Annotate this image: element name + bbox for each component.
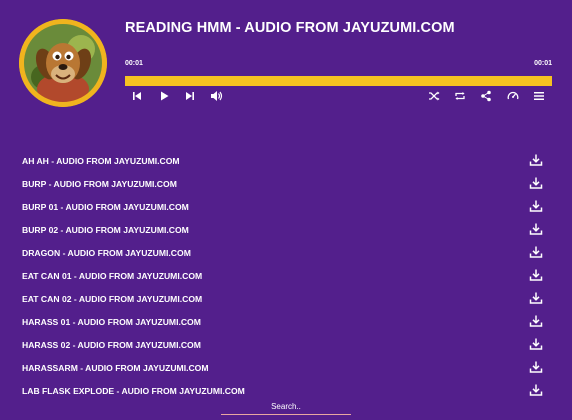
track-item[interactable]: DRAGON - AUDIO FROM JAYUZUMI.COM xyxy=(0,242,572,265)
download-button[interactable] xyxy=(529,314,543,328)
download-icon xyxy=(529,315,543,327)
track-name[interactable]: HARASS 01 - AUDIO FROM JAYUZUMI.COM xyxy=(22,317,201,327)
download-button[interactable] xyxy=(529,245,543,259)
duration-time: 00:01 xyxy=(534,60,552,67)
track-name[interactable]: BURP 01 - AUDIO FROM JAYUZUMI.COM xyxy=(22,202,189,212)
download-button[interactable] xyxy=(529,268,543,282)
track-item[interactable]: BURP 01 - AUDIO FROM JAYUZUMI.COM xyxy=(0,196,572,219)
track-name[interactable]: EAT CAN 01 - AUDIO FROM JAYUZUMI.COM xyxy=(22,271,202,281)
volume-button[interactable] xyxy=(209,89,223,103)
track-item[interactable]: LAB FLASK EXPLODE - AUDIO FROM JAYUZUMI.… xyxy=(0,380,572,396)
album-art xyxy=(19,19,107,107)
download-icon xyxy=(529,338,543,350)
download-button[interactable] xyxy=(529,383,543,396)
next-button[interactable] xyxy=(183,89,197,103)
track-name[interactable]: HARASSARM - AUDIO FROM JAYUZUMI.COM xyxy=(22,363,209,373)
download-button[interactable] xyxy=(529,291,543,305)
speed-icon xyxy=(507,91,519,100)
download-button[interactable] xyxy=(529,360,543,374)
download-icon xyxy=(529,154,543,166)
download-icon xyxy=(529,200,543,212)
download-icon xyxy=(529,223,543,235)
playlist-button[interactable] xyxy=(532,89,546,103)
track-name[interactable]: DRAGON - AUDIO FROM JAYUZUMI.COM xyxy=(22,248,191,258)
download-icon xyxy=(529,292,543,304)
download-button[interactable] xyxy=(529,153,543,167)
download-button[interactable] xyxy=(529,199,543,213)
track-item[interactable]: EAT CAN 01 - AUDIO FROM JAYUZUMI.COM xyxy=(0,265,572,288)
volume-icon xyxy=(210,91,222,101)
download-icon xyxy=(529,177,543,189)
shuffle-icon xyxy=(429,91,440,101)
play-icon xyxy=(161,91,169,101)
track-item[interactable]: AH AH - AUDIO FROM JAYUZUMI.COM xyxy=(0,150,572,173)
share-button[interactable] xyxy=(479,89,493,103)
track-name[interactable]: LAB FLASK EXPLODE - AUDIO FROM JAYUZUMI.… xyxy=(22,386,245,396)
audio-player: READING HMM - AUDIO FROM JAYUZUMI.COM 00… xyxy=(0,0,572,120)
current-time: 00:01 xyxy=(125,60,143,67)
track-list: AH AH - AUDIO FROM JAYUZUMI.COM BURP - AU… xyxy=(0,150,572,396)
track-item[interactable]: HARASS 01 - AUDIO FROM JAYUZUMI.COM xyxy=(0,311,572,334)
download-button[interactable] xyxy=(529,176,543,190)
track-name[interactable]: BURP 02 - AUDIO FROM JAYUZUMI.COM xyxy=(22,225,189,235)
download-button[interactable] xyxy=(529,337,543,351)
download-button[interactable] xyxy=(529,222,543,236)
playlist-icon xyxy=(534,92,544,100)
previous-icon xyxy=(133,92,141,100)
track-item[interactable]: EAT CAN 02 - AUDIO FROM JAYUZUMI.COM xyxy=(0,288,572,311)
previous-button[interactable] xyxy=(130,89,144,103)
progress-bar[interactable] xyxy=(125,76,552,86)
share-icon xyxy=(481,90,491,102)
download-icon xyxy=(529,384,543,396)
track-name[interactable]: HARASS 02 - AUDIO FROM JAYUZUMI.COM xyxy=(22,340,201,350)
speed-button[interactable] xyxy=(506,89,520,103)
download-icon xyxy=(529,269,543,281)
track-item[interactable]: HARASSARM - AUDIO FROM JAYUZUMI.COM xyxy=(0,357,572,380)
download-icon xyxy=(529,246,543,258)
progress-fill xyxy=(125,76,552,86)
repeat-button[interactable] xyxy=(453,89,467,103)
now-playing-title: READING HMM - AUDIO FROM JAYUZUMI.COM xyxy=(125,20,455,36)
dog-artwork-image xyxy=(19,19,107,107)
track-name[interactable]: AH AH - AUDIO FROM JAYUZUMI.COM xyxy=(22,156,180,166)
shuffle-button[interactable] xyxy=(427,89,441,103)
track-item[interactable]: HARASS 02 - AUDIO FROM JAYUZUMI.COM xyxy=(0,334,572,357)
next-icon xyxy=(186,92,194,100)
track-name[interactable]: BURP - AUDIO FROM JAYUZUMI.COM xyxy=(22,179,177,189)
download-icon xyxy=(529,361,543,373)
play-button[interactable] xyxy=(157,89,171,103)
track-name[interactable]: EAT CAN 02 - AUDIO FROM JAYUZUMI.COM xyxy=(22,294,202,304)
track-item[interactable]: BURP 02 - AUDIO FROM JAYUZUMI.COM xyxy=(0,219,572,242)
repeat-icon xyxy=(455,92,465,100)
search-input[interactable] xyxy=(221,399,351,415)
track-item[interactable]: BURP - AUDIO FROM JAYUZUMI.COM xyxy=(0,173,572,196)
